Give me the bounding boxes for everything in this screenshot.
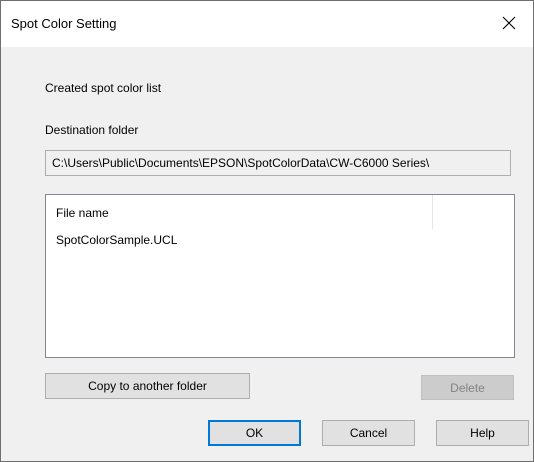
copy-to-another-folder-button[interactable]: Copy to another folder [45, 373, 250, 399]
close-button[interactable] [487, 1, 533, 47]
delete-button[interactable]: Delete [421, 375, 514, 400]
list-header: File name [46, 195, 433, 229]
cancel-button[interactable]: Cancel [322, 420, 415, 446]
title-bar: Spot Color Setting [1, 1, 533, 47]
close-icon [502, 16, 516, 30]
ok-button[interactable]: OK [208, 420, 301, 446]
destination-folder-label: Destination folder [45, 123, 139, 137]
destination-folder-field[interactable]: C:\Users\Public\Documents\EPSON\SpotColo… [45, 150, 511, 176]
list-item[interactable]: SpotColorSample.UCL [56, 233, 177, 247]
column-header-file-name[interactable]: File name [56, 206, 109, 220]
help-button[interactable]: Help [436, 420, 529, 446]
spot-color-file-list[interactable]: File name SpotColorSample.UCL [45, 194, 515, 358]
window-title: Spot Color Setting [11, 16, 117, 31]
spot-color-setting-dialog: Spot Color Setting Created spot color li… [0, 0, 534, 462]
section-label: Created spot color list [45, 81, 162, 95]
